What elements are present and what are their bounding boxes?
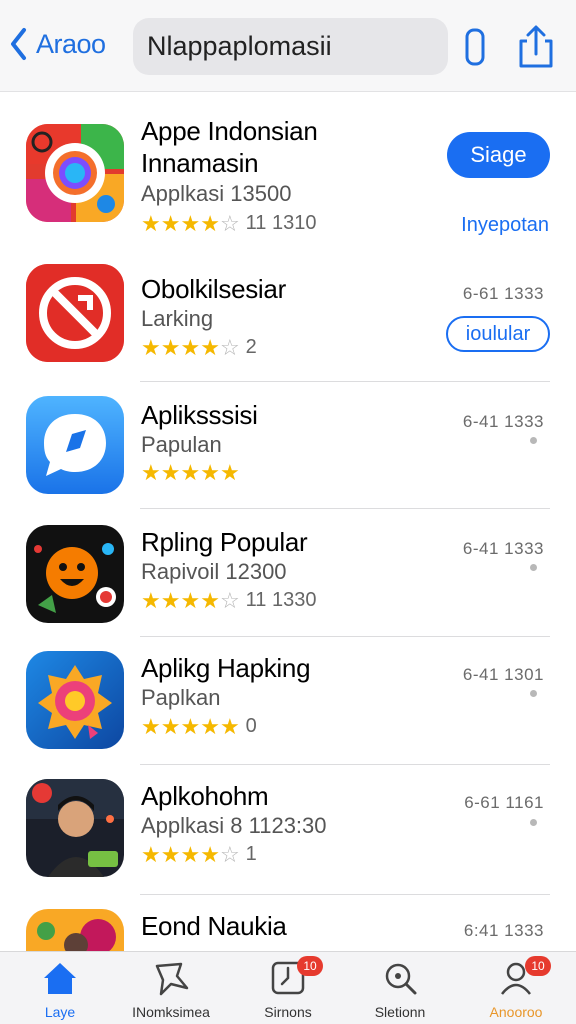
back-button[interactable]: Araoo [8, 26, 106, 62]
popular-button[interactable]: ioulular [446, 316, 550, 352]
app-title: Aplikg Hapking [141, 653, 311, 683]
share-icon [519, 25, 553, 68]
status-dot [530, 819, 537, 826]
tab-bar: Laye INomksimea 10 Sirnons Sletionn 10 A… [0, 951, 576, 1024]
tab-featured[interactable]: INomksimea [116, 958, 226, 1020]
tab-label: Laye [44, 1004, 76, 1020]
app-title: Obolkilsesiar [141, 274, 286, 304]
navigation-bar: Araoo Nlappaplomasii [0, 0, 576, 92]
app-icon [26, 525, 124, 623]
star-rating: ★ ★ ★ ★ ☆ 11 1310 [141, 210, 317, 236]
star-rating: ★ ★ ★ ★ ☆ 2 [141, 334, 257, 360]
app-meta: 6-41 1333 [462, 412, 544, 431]
app-subtitle: Applkasi 8 1123:30 [141, 813, 327, 838]
status-dot [530, 437, 537, 444]
app-title: Appe Indonsian [141, 116, 318, 146]
app-meta: 6-61 1333 [462, 284, 544, 303]
back-label: Araoo [36, 28, 106, 59]
search-input[interactable]: Nlappaplomasii [133, 18, 448, 75]
list-item[interactable]: Appe Indonsian Innamasin Applkasi 13500 … [0, 96, 576, 246]
secondary-link[interactable]: Inyepotan [461, 214, 549, 237]
rating-count: 0 [245, 715, 257, 737]
list-item[interactable]: Aplkohohm Applkasi 8 1123:30 ★ ★ ★ ★ ☆ 1 6-6… [0, 765, 576, 895]
star-icon [155, 962, 189, 996]
app-subtitle: Papulan [141, 432, 222, 457]
list-item[interactable]: Aplikg Hapking Paplkan ★ ★ ★ ★ ★ 0 6-41 1301 [0, 637, 576, 765]
rating-count: 11 1310 [245, 212, 317, 234]
app-icon [26, 264, 124, 362]
chevron-left-icon [11, 28, 26, 60]
app-title: Aplkohohm [141, 781, 269, 811]
get-button[interactable]: Siage [447, 132, 550, 178]
search-value: Nlappaplomasii [147, 31, 332, 61]
app-icon [26, 396, 124, 494]
device-icon [465, 28, 485, 66]
app-title: Rpling Popular [141, 527, 308, 557]
list-item[interactable]: Eond Naukia 6:41 1333 [0, 895, 576, 955]
device-button[interactable] [453, 24, 497, 70]
notification-badge: 10 [297, 956, 323, 976]
app-title: Apliksssisi [141, 400, 258, 430]
list-item[interactable]: Apliksssisi Papulan ★ ★ ★ ★ ★ 6-41 1333 [0, 382, 576, 509]
notification-badge: 10 [525, 956, 551, 976]
app-meta: 6-41 1301 [462, 665, 544, 684]
status-dot [530, 564, 537, 571]
list-item[interactable]: Rpling Popular Rapivoil 12300 ★ ★ ★ ★ ☆ 11 1… [0, 509, 576, 637]
app-subtitle: Paplkan [141, 685, 221, 710]
app-meta: 6-41 1333 [462, 539, 544, 558]
app-icon [26, 779, 124, 877]
star-rating: ★ ★ ★ ★ ★ 0 [141, 713, 257, 739]
tab-label: INomksimea [132, 1004, 210, 1020]
status-dot [530, 690, 537, 697]
app-meta: 6-61 1161 [464, 793, 544, 812]
tab-updates[interactable]: 10 Sirnons [233, 956, 343, 1020]
app-title-line2: Innamasin [141, 148, 259, 178]
tab-label: Sletionn [374, 1004, 426, 1020]
app-subtitle: Rapivoil 12300 [141, 559, 287, 584]
app-icon [26, 124, 124, 222]
home-icon [44, 963, 76, 994]
search-icon [385, 963, 417, 995]
star-rating: ★ ★ ★ ★ ☆ 11 1330 [141, 587, 317, 613]
app-subtitle: Larking [141, 306, 214, 331]
tab-account[interactable]: 10 Anooroo [461, 956, 571, 1020]
tab-home[interactable]: Laye [5, 958, 115, 1020]
app-icon [26, 909, 124, 955]
app-title: Eond Naukia [141, 911, 287, 941]
app-meta: 6:41 1333 [463, 921, 544, 940]
tab-search[interactable]: Sletionn [345, 958, 455, 1020]
share-button[interactable] [514, 24, 558, 70]
tab-label: Anooroo [489, 1004, 543, 1020]
list-item[interactable]: Obolkilsesiar Larking ★ ★ ★ ★ ☆ 2 6-61 1333 … [0, 246, 576, 382]
rating-count: 11 1330 [245, 589, 317, 611]
app-icon [26, 651, 124, 749]
tab-label: Sirnons [264, 1004, 312, 1020]
app-subtitle: Applkasi 13500 [141, 181, 292, 206]
rating-count: 2 [245, 336, 257, 358]
star-rating: ★ ★ ★ ★ ☆ 1 [141, 841, 257, 867]
rating-count: 1 [245, 843, 257, 865]
star-rating: ★ ★ ★ ★ ★ [141, 460, 240, 485]
